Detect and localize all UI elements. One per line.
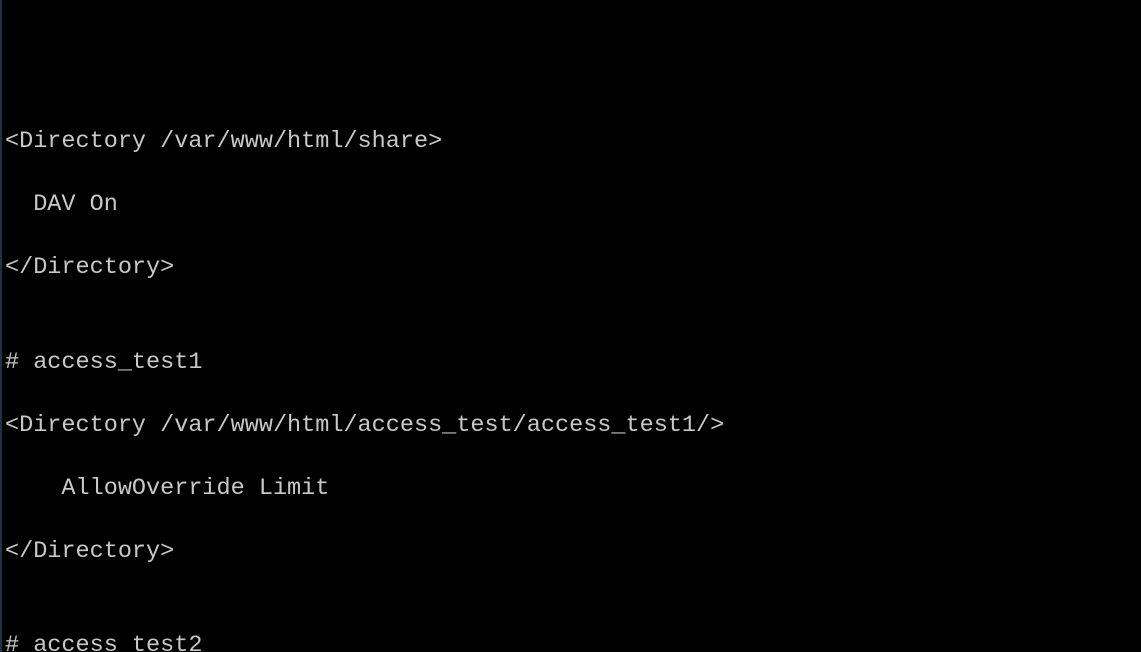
terminal-editor[interactable]: <Directory /var/www/html/share> DAV On <… <box>0 0 1141 652</box>
config-line: <Directory /var/www/html/share> <box>5 126 1141 158</box>
editor-content[interactable]: <Directory /var/www/html/share> DAV On <… <box>0 95 1141 652</box>
left-edge <box>0 0 2 652</box>
config-line: # access_test1 <box>5 347 1141 379</box>
config-line: </Directory> <box>5 252 1141 284</box>
config-line: AllowOverride Limit <box>5 473 1141 505</box>
config-line: DAV On <box>5 189 1141 221</box>
config-line: # access_test2 <box>5 630 1141 652</box>
config-line: <Directory /var/www/html/access_test/acc… <box>5 410 1141 442</box>
config-line: </Directory> <box>5 536 1141 568</box>
